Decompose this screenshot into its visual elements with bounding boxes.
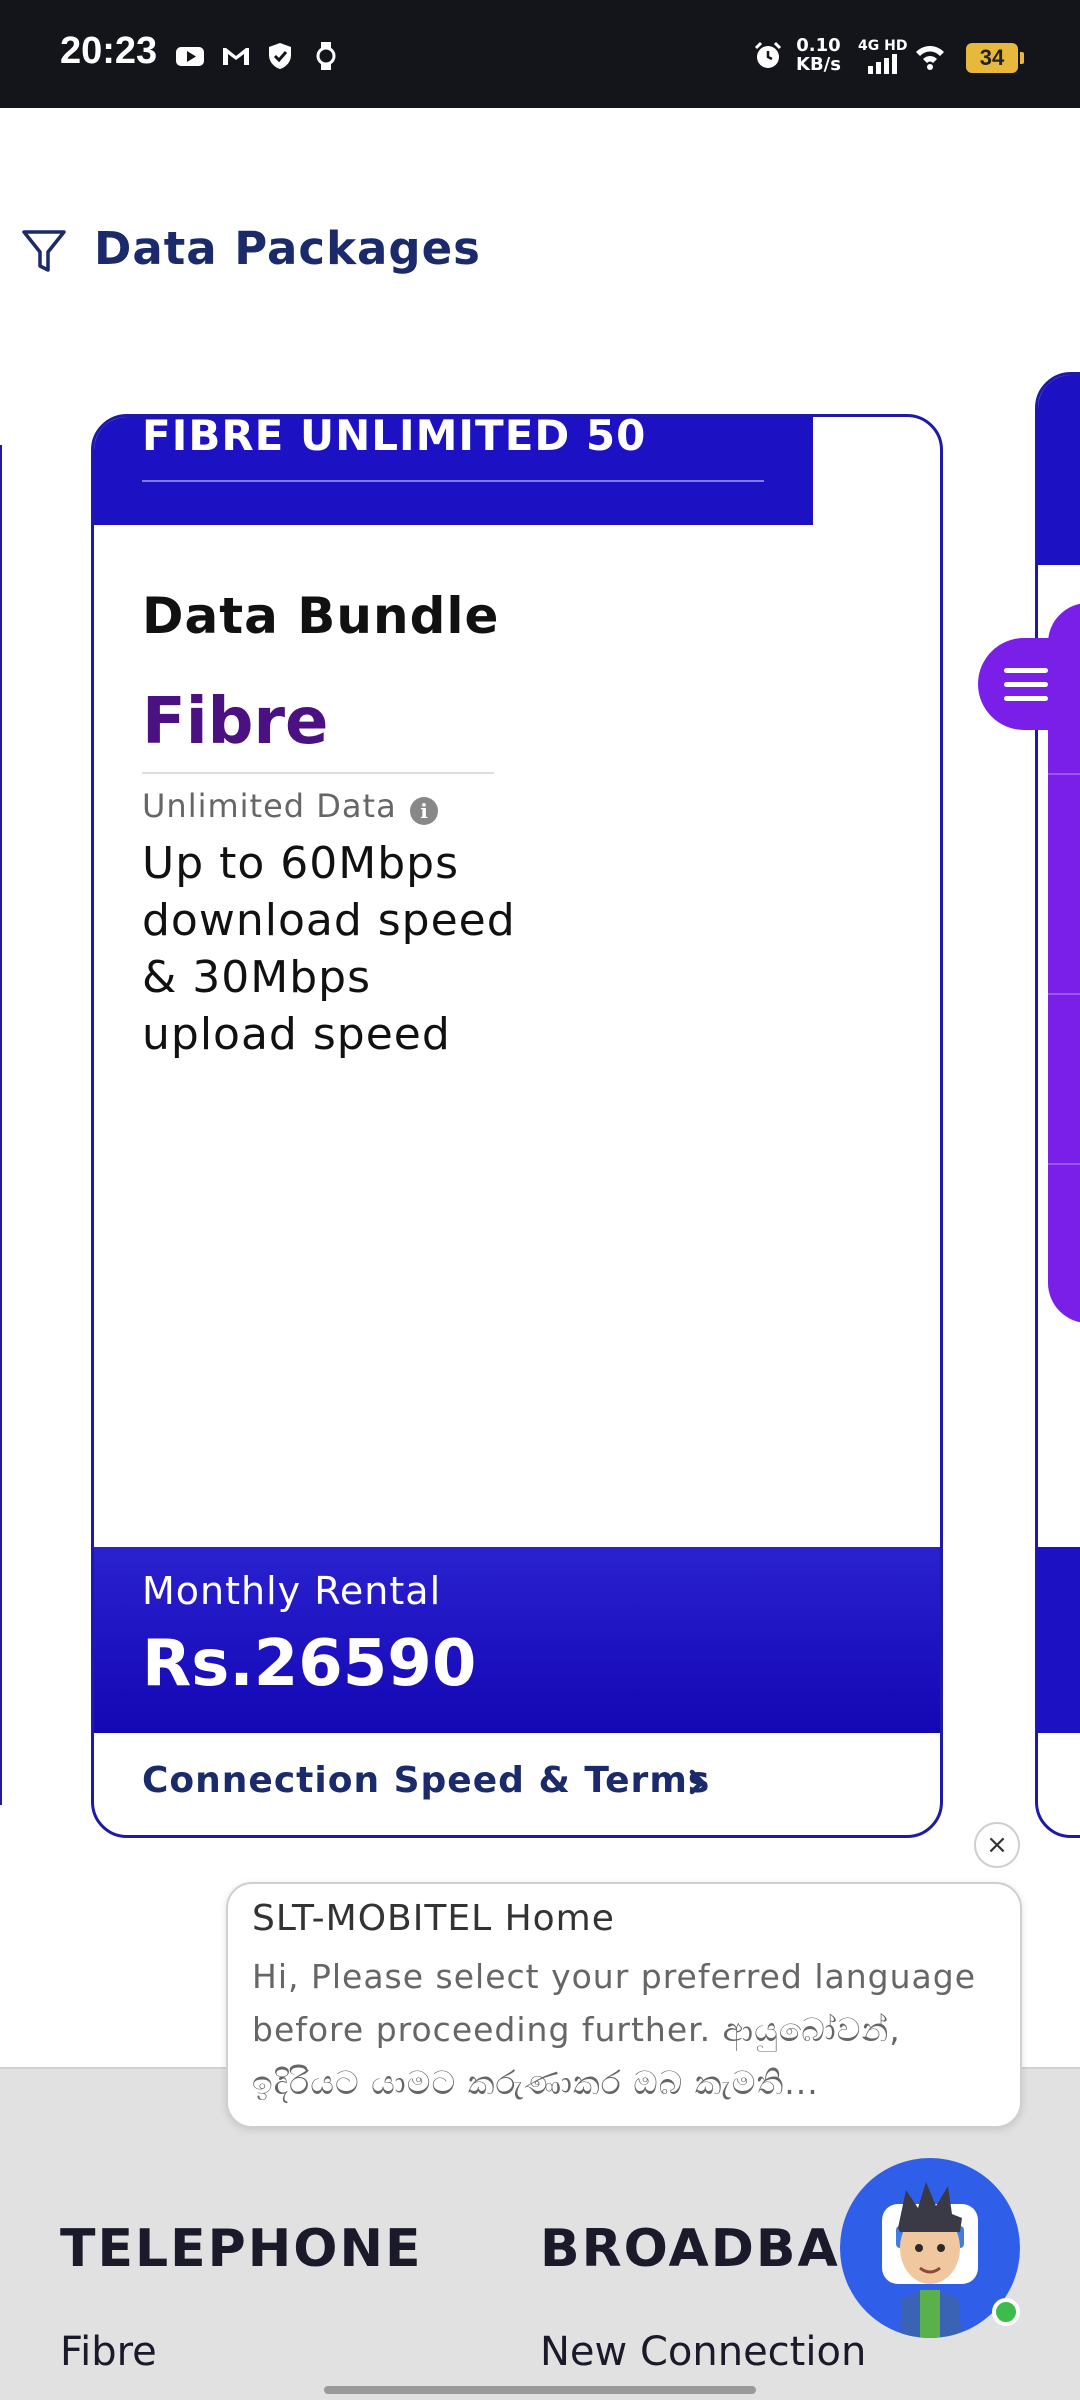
- filter-title: Data Packages: [94, 222, 481, 275]
- youtube-icon: [176, 47, 204, 66]
- bundle-label: Data Bundle: [142, 587, 500, 645]
- title-underline: [142, 480, 764, 482]
- network-speed: 0.10 KB/s: [796, 36, 841, 74]
- page: 20:23 0.10 KB/s 4G HD 34 Data Packages F…: [0, 0, 1080, 2400]
- wifi-icon: [916, 46, 944, 70]
- chat-title: SLT-MOBITEL Home: [252, 1898, 615, 1939]
- menu-button[interactable]: [978, 638, 1080, 730]
- status-bar: 20:23 0.10 KB/s 4G HD 34: [0, 0, 1080, 108]
- chat-close-button[interactable]: ×: [974, 1822, 1020, 1868]
- panel-divider: [1048, 773, 1080, 775]
- filter-icon[interactable]: [20, 226, 68, 276]
- technology-divider: [142, 772, 494, 774]
- alarm-icon: [754, 41, 782, 68]
- package-title: FIBRE UNLIMITED 50: [142, 414, 647, 460]
- package-card-header: FIBRE UNLIMITED 50: [94, 414, 813, 525]
- package-card[interactable]: FIBRE UNLIMITED 50 Data Bundle Fibre Unl…: [91, 414, 943, 1838]
- rental-label: Monthly Rental: [142, 1569, 442, 1613]
- footer-link-new-connection[interactable]: New Connection: [540, 2329, 866, 2375]
- next-card-footer: [1038, 1547, 1080, 1733]
- previous-card-edge[interactable]: [0, 445, 2, 1805]
- panel-divider: [1048, 1163, 1080, 1165]
- technology-label: Fibre: [142, 685, 329, 759]
- online-status-dot: [992, 2298, 1020, 2326]
- info-icon[interactable]: i: [410, 797, 438, 825]
- signal-icon: [868, 54, 897, 74]
- rental-section: Monthly Rental Rs.26590: [94, 1547, 940, 1733]
- chat-message: Hi, Please select your preferred languag…: [252, 1957, 976, 2102]
- watch-icon: [316, 42, 336, 70]
- menu-icon: [1004, 668, 1048, 673]
- shield-icon: [269, 43, 291, 69]
- home-indicator[interactable]: [324, 2386, 756, 2394]
- next-card-header: [1038, 375, 1080, 565]
- data-label: Unlimited Data: [142, 787, 397, 825]
- footer-heading-broadband: BROADBAN: [540, 2219, 886, 2279]
- footer-link-fibre[interactable]: Fibre: [60, 2329, 157, 2375]
- footer-heading-telephone: TELEPHONE: [60, 2219, 423, 2279]
- menu-icon: [1004, 682, 1048, 687]
- speed-description: Up to 60Mbps download speed & 30Mbps upl…: [142, 838, 516, 1060]
- status-time: 20:23: [60, 30, 158, 72]
- gmail-icon: [223, 48, 249, 65]
- panel-divider: [1048, 993, 1080, 995]
- chat-bubble[interactable]: SLT-MOBITEL Home Hi, Please select your …: [226, 1882, 1022, 2128]
- chevron-right-icon[interactable]: [684, 1767, 710, 1797]
- battery-indicator: 34: [966, 43, 1024, 73]
- speed-value: 0.10: [796, 35, 841, 56]
- menu-icon: [1004, 696, 1048, 701]
- rental-price: Rs.26590: [142, 1627, 477, 1701]
- speed-unit: KB/s: [796, 54, 841, 75]
- connection-terms-link[interactable]: Connection Speed & Terms: [142, 1760, 710, 1801]
